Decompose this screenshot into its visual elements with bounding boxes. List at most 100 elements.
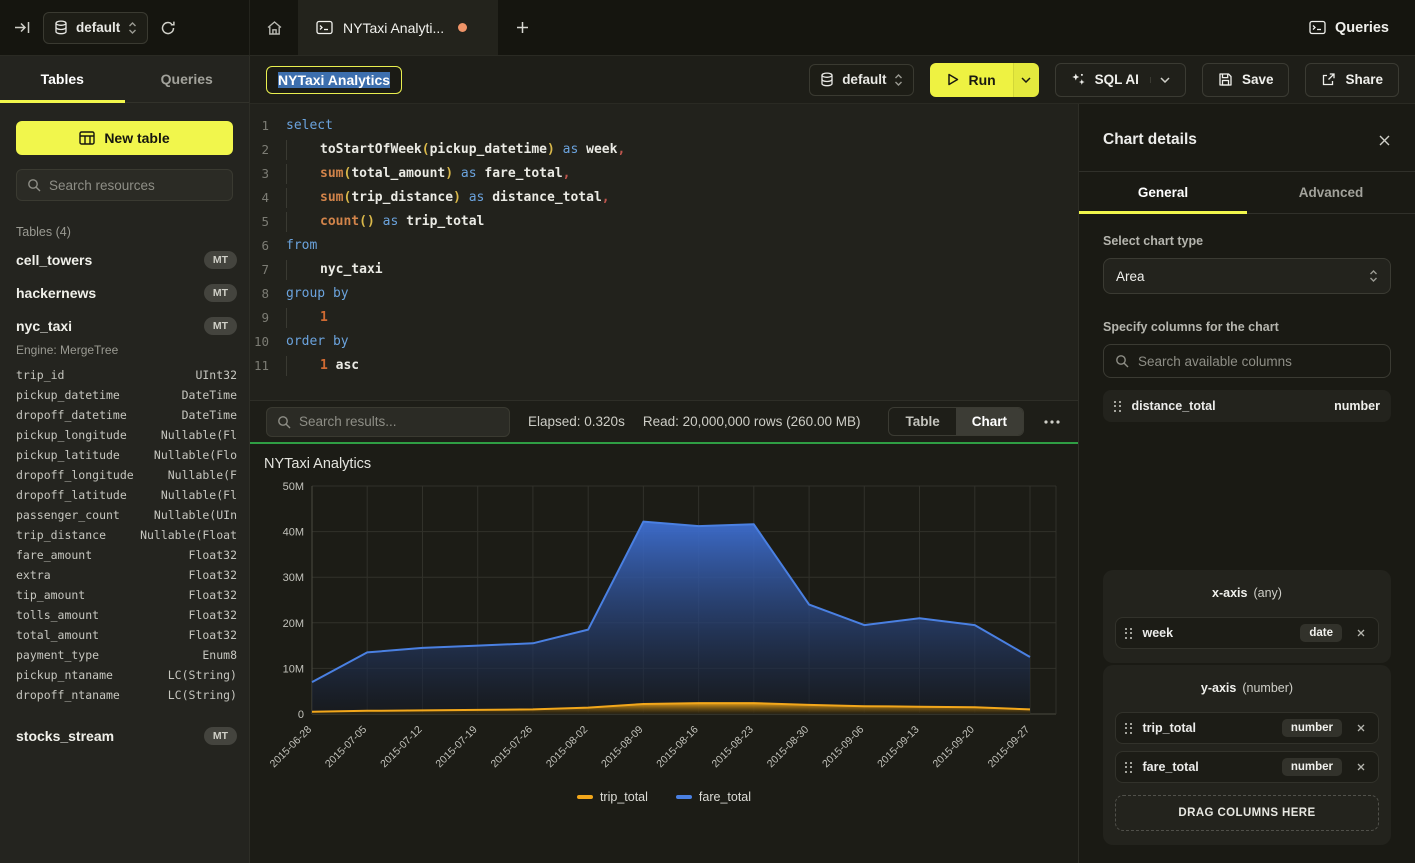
panel-tab-advanced[interactable]: Advanced xyxy=(1247,172,1415,213)
query-database-selector[interactable]: default xyxy=(809,64,914,96)
svg-text:50M: 50M xyxy=(283,481,304,493)
indent-guide xyxy=(286,188,287,208)
axis-column-row[interactable]: trip_totalnumber xyxy=(1115,712,1379,744)
query-tab[interactable]: NYTaxi Analyti... xyxy=(298,0,498,55)
results-search-input[interactable] xyxy=(299,414,499,429)
share-button[interactable]: Share xyxy=(1305,63,1399,97)
chart-details-panel: Chart details GeneralAdvanced Select cha… xyxy=(1078,104,1415,863)
refresh-icon[interactable] xyxy=(160,20,176,36)
column-list: trip_idUInt32pickup_datetimeDateTimedrop… xyxy=(16,365,237,705)
drag-handle-icon xyxy=(1125,762,1132,773)
axis-column-row[interactable]: weekdate xyxy=(1115,617,1379,649)
chart-type-label: Select chart type xyxy=(1103,234,1391,248)
chevron-updown-icon xyxy=(128,21,137,35)
column-row: pickup_ntanameLC(String) xyxy=(16,665,237,685)
new-tab-button[interactable] xyxy=(498,0,546,55)
unsaved-changes-dot xyxy=(458,23,467,32)
legend-item-trip_total: trip_total xyxy=(577,790,648,804)
collapse-sidebar-icon[interactable] xyxy=(14,20,31,35)
panel-tab-general[interactable]: General xyxy=(1079,172,1247,213)
run-options-button[interactable] xyxy=(1013,63,1039,97)
view-toggle-chart[interactable]: Chart xyxy=(956,408,1023,435)
sql-line: 111 asc xyxy=(250,354,1078,378)
remove-column-button[interactable] xyxy=(1353,723,1369,733)
svg-text:2015-08-02: 2015-08-02 xyxy=(544,724,591,771)
svg-text:2015-06-28: 2015-06-28 xyxy=(268,724,315,771)
axis-section-xaxis: x-axis(any)weekdate xyxy=(1103,570,1391,663)
svg-text:10M: 10M xyxy=(283,663,304,675)
available-column-row[interactable]: distance_totalnumber xyxy=(1103,390,1391,422)
sql-ai-options-button[interactable] xyxy=(1150,77,1170,83)
axis-column-row[interactable]: fare_totalnumber xyxy=(1115,751,1379,783)
engine-badge: MT xyxy=(204,317,237,335)
type-badge: number xyxy=(1282,719,1342,737)
close-icon[interactable] xyxy=(1378,134,1391,147)
results-search xyxy=(266,407,510,437)
column-search xyxy=(1103,344,1391,378)
new-table-button[interactable]: New table xyxy=(16,121,233,155)
database-selector[interactable]: default xyxy=(43,12,148,44)
save-icon xyxy=(1218,72,1233,87)
legend-swatch xyxy=(676,795,692,799)
sidebar: TablesQueries New table Tables (4) cell_… xyxy=(0,56,250,863)
column-row: tip_amountFloat32 xyxy=(16,585,237,605)
svg-text:2015-07-26: 2015-07-26 xyxy=(489,724,536,771)
svg-text:40M: 40M xyxy=(283,527,304,539)
line-number: 1 xyxy=(250,114,286,138)
more-options-icon[interactable] xyxy=(1042,420,1062,424)
share-label: Share xyxy=(1345,72,1383,87)
view-toggle-table[interactable]: Table xyxy=(889,408,955,435)
home-tab[interactable] xyxy=(250,0,298,55)
query-title-input[interactable]: NYTaxi Analytics xyxy=(266,66,402,94)
axis-title: x-axis xyxy=(1212,586,1247,600)
workspace: NYTaxi Analytics default Run xyxy=(250,56,1415,863)
run-button[interactable]: Run xyxy=(930,63,1012,97)
line-number: 3 xyxy=(250,162,286,186)
query-database-value: default xyxy=(842,72,886,87)
sql-line: 5count() as trip_total xyxy=(250,210,1078,234)
svg-text:2015-09-27: 2015-09-27 xyxy=(986,724,1033,771)
indent-guide xyxy=(286,308,287,328)
svg-text:20M: 20M xyxy=(283,618,304,630)
svg-text:2015-07-05: 2015-07-05 xyxy=(323,724,370,771)
sql-line: 7nyc_taxi xyxy=(250,258,1078,282)
elapsed-time: Elapsed: 0.320s xyxy=(528,414,625,429)
sql-line: 4sum(trip_distance) as distance_total, xyxy=(250,186,1078,210)
top-bar: default NYTaxi Analyti... Queries xyxy=(0,0,1415,56)
table-row[interactable]: stocks_streamMT xyxy=(16,719,237,752)
sql-ai-button[interactable]: SQL AI xyxy=(1055,63,1186,97)
column-row: payment_typeEnum8 xyxy=(16,645,237,665)
table-row[interactable]: cell_towersMT xyxy=(16,243,237,276)
chart-plot: 010M20M30M40M50M2015-06-282015-07-052015… xyxy=(264,478,1064,796)
column-search-input[interactable] xyxy=(1138,354,1379,369)
drag-handle-icon xyxy=(1125,628,1132,639)
legend-item-fare_total: fare_total xyxy=(676,790,751,804)
sidebar-tab-queries[interactable]: Queries xyxy=(125,56,250,102)
svg-text:2015-08-30: 2015-08-30 xyxy=(765,724,812,771)
tab-strip: NYTaxi Analyti... xyxy=(250,0,546,55)
chart-panel: NYTaxi Analytics 010M20M30M40M50M2015-06… xyxy=(250,442,1078,863)
run-label: Run xyxy=(968,72,995,88)
chart-type-select[interactable]: Area xyxy=(1103,258,1391,294)
tables-section-label: Tables (4) xyxy=(16,225,233,239)
remove-column-button[interactable] xyxy=(1353,628,1369,638)
query-actions: default Run SQL AI xyxy=(809,63,1399,97)
rows-read: Read: 20,000,000 rows (260.00 MB) xyxy=(643,414,861,429)
column-row: total_amountFloat32 xyxy=(16,625,237,645)
legend-label: fare_total xyxy=(699,790,751,804)
sql-line: 6from xyxy=(250,234,1078,258)
sql-editor[interactable]: 1select2toStartOfWeek(pickup_datetime) a… xyxy=(250,104,1078,400)
remove-column-button[interactable] xyxy=(1353,762,1369,772)
drag-handle-icon xyxy=(1114,401,1121,412)
drag-columns-dropzone[interactable]: DRAG COLUMNS HERE xyxy=(1115,795,1379,831)
queries-shortcut[interactable]: Queries xyxy=(1283,0,1415,55)
table-row[interactable]: nyc_taxiMT xyxy=(16,309,237,342)
search-icon xyxy=(1115,354,1129,368)
svg-text:2015-09-06: 2015-09-06 xyxy=(820,724,867,771)
type-badge: number xyxy=(1282,758,1342,776)
resource-search-input[interactable] xyxy=(49,178,222,193)
indent-guide xyxy=(286,212,287,232)
sidebar-tab-tables[interactable]: Tables xyxy=(0,56,125,102)
save-button[interactable]: Save xyxy=(1202,63,1290,97)
table-row[interactable]: hackernewsMT xyxy=(16,276,237,309)
